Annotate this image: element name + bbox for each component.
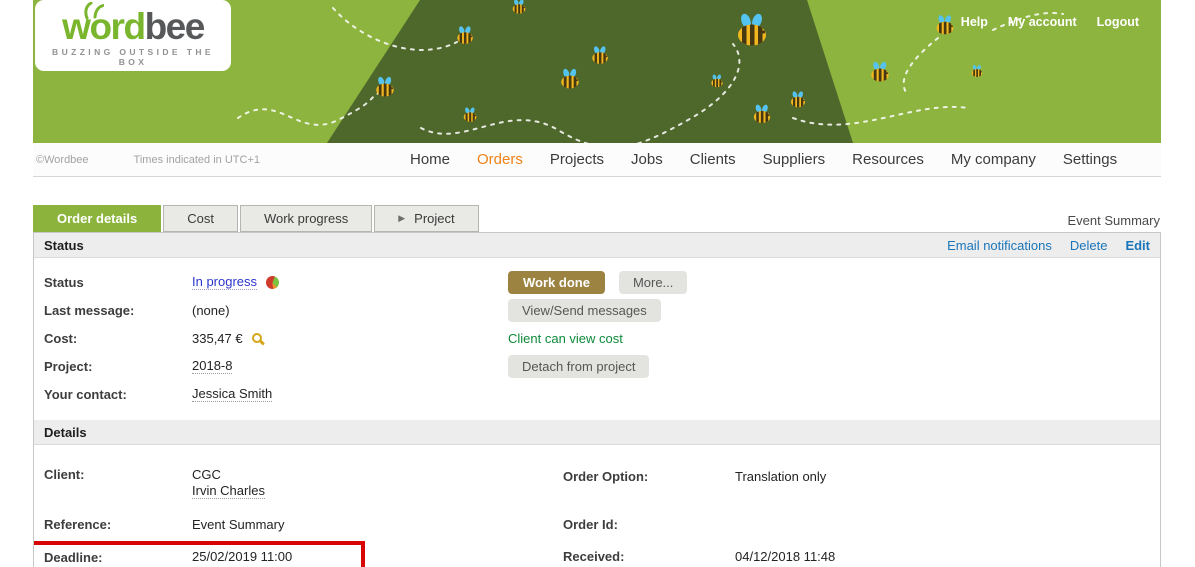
client-row: Client: CGC Irvin Charles Order Option: … [34,467,1160,517]
wordbee-logo[interactable]: wordbee BUZZING OUTSIDE THE BOX [35,0,231,71]
order-option-value: Translation only [735,469,826,484]
logo-antennae-icon [82,2,104,20]
status-row: Status In progress Work done More... [34,268,1160,296]
received-label: Received: [563,549,735,564]
chevron-right-icon: ▶ [398,206,405,231]
details-section-title: Details [44,425,87,440]
tab-order-details[interactable]: Order details [33,205,161,232]
logo-tagline: BUZZING OUTSIDE THE BOX [35,47,231,67]
nav-settings[interactable]: Settings [1063,151,1117,168]
received-value: 04/12/2018 11:48 [735,549,835,564]
nav-my-company[interactable]: My company [951,151,1036,168]
your-contact-value-link[interactable]: Jessica Smith [192,386,272,402]
reference-label: Reference: [34,517,192,532]
reference-row: Reference: Event Summary Order Id: [34,517,1160,539]
client-company: CGC [192,467,221,482]
tabs-row: Order details Cost Work progress ▶ Projec… [33,205,1161,232]
tab-project-label: Project [414,206,454,231]
work-done-button[interactable]: Work done [508,271,605,294]
detach-from-project-button[interactable]: Detach from project [508,355,649,378]
your-contact-row: Your contact: Jessica Smith [34,380,1160,408]
order-option-label: Order Option: [563,469,735,484]
nav-resources[interactable]: Resources [852,151,924,168]
logo-bee: bee [145,6,204,47]
header-links: Help My account Logout [961,15,1139,29]
logout-link[interactable]: Logout [1097,15,1139,29]
status-fields: Status In progress Work done More... Las… [34,258,1160,408]
order-reference-heading: Event Summary [1068,213,1160,228]
magnifier-icon[interactable] [252,333,262,343]
cost-label: Cost: [34,331,192,346]
timezone-note: Times indicated in UTC+1 [134,154,260,166]
client-contact-link[interactable]: Irvin Charles [192,483,265,499]
status-value-link[interactable]: In progress [192,274,257,290]
project-row: Project: 2018-8 Detach from project [34,352,1160,380]
nav-orders[interactable]: Orders [477,151,523,168]
nav-menu: Home Orders Projects Jobs Clients Suppli… [410,151,1117,168]
cost-value: 335,47 € [192,331,243,346]
order-panel: Status Email notifications Delete Edit S… [33,232,1161,567]
nav-home[interactable]: Home [410,151,450,168]
details-fields: Client: CGC Irvin Charles Order Option: … [34,445,1160,567]
cost-row: Cost: 335,47 € Client can view cost [34,324,1160,352]
tab-cost[interactable]: Cost [163,205,238,232]
project-label: Project: [34,359,192,374]
order-id-label: Order Id: [563,517,735,532]
view-send-messages-button[interactable]: View/Send messages [508,299,661,322]
nav-clients[interactable]: Clients [690,151,736,168]
last-message-value: (none) [192,303,230,318]
nav-jobs[interactable]: Jobs [631,151,663,168]
edit-link[interactable]: Edit [1125,238,1150,253]
email-notifications-link[interactable]: Email notifications [947,238,1052,253]
page: wordbee BUZZING OUTSIDE THE BOX Help My … [33,0,1161,567]
status-section-title: Status [44,238,84,253]
deadline-label: Deadline: [34,550,192,565]
status-field-label: Status [34,275,192,290]
nav-projects[interactable]: Projects [550,151,604,168]
status-section-header: Status Email notifications Delete Edit [34,233,1160,258]
delete-link[interactable]: Delete [1070,238,1108,253]
tab-order-details-label: Order details [57,206,137,231]
more-button[interactable]: More... [619,271,687,294]
tab-work-progress-label: Work progress [264,206,348,231]
help-link[interactable]: Help [961,15,988,29]
client-label: Client: [34,467,192,482]
deadline-highlight-box: Deadline: 25/02/2019 11:00 [33,541,365,567]
pie-chart-icon[interactable] [266,276,279,289]
deadline-value: 25/02/2019 11:00 [192,549,292,565]
nav-suppliers[interactable]: Suppliers [763,151,826,168]
reference-value: Event Summary [192,517,284,533]
last-message-row: Last message: (none) View/Send messages [34,296,1160,324]
project-value-link[interactable]: 2018-8 [192,358,232,374]
your-contact-label: Your contact: [34,387,192,402]
copyright-text: ©Wordbee [36,154,89,166]
header-banner: wordbee BUZZING OUTSIDE THE BOX Help My … [33,0,1161,143]
tab-cost-label: Cost [187,206,214,231]
status-actions: Email notifications Delete Edit [947,238,1150,253]
details-section-header: Details [34,420,1160,445]
client-can-view-cost-link[interactable]: Client can view cost [508,331,623,346]
last-message-label: Last message: [34,303,192,318]
tab-project[interactable]: ▶ Project [374,205,478,232]
tab-work-progress[interactable]: Work progress [240,205,372,232]
deadline-row: Deadline: 25/02/2019 11:00 Received: 04/… [34,541,1160,567]
my-account-link[interactable]: My account [1008,15,1077,29]
main-nav: ©Wordbee Times indicated in UTC+1 Home O… [33,143,1161,177]
logo-text: wordbee [35,8,231,46]
